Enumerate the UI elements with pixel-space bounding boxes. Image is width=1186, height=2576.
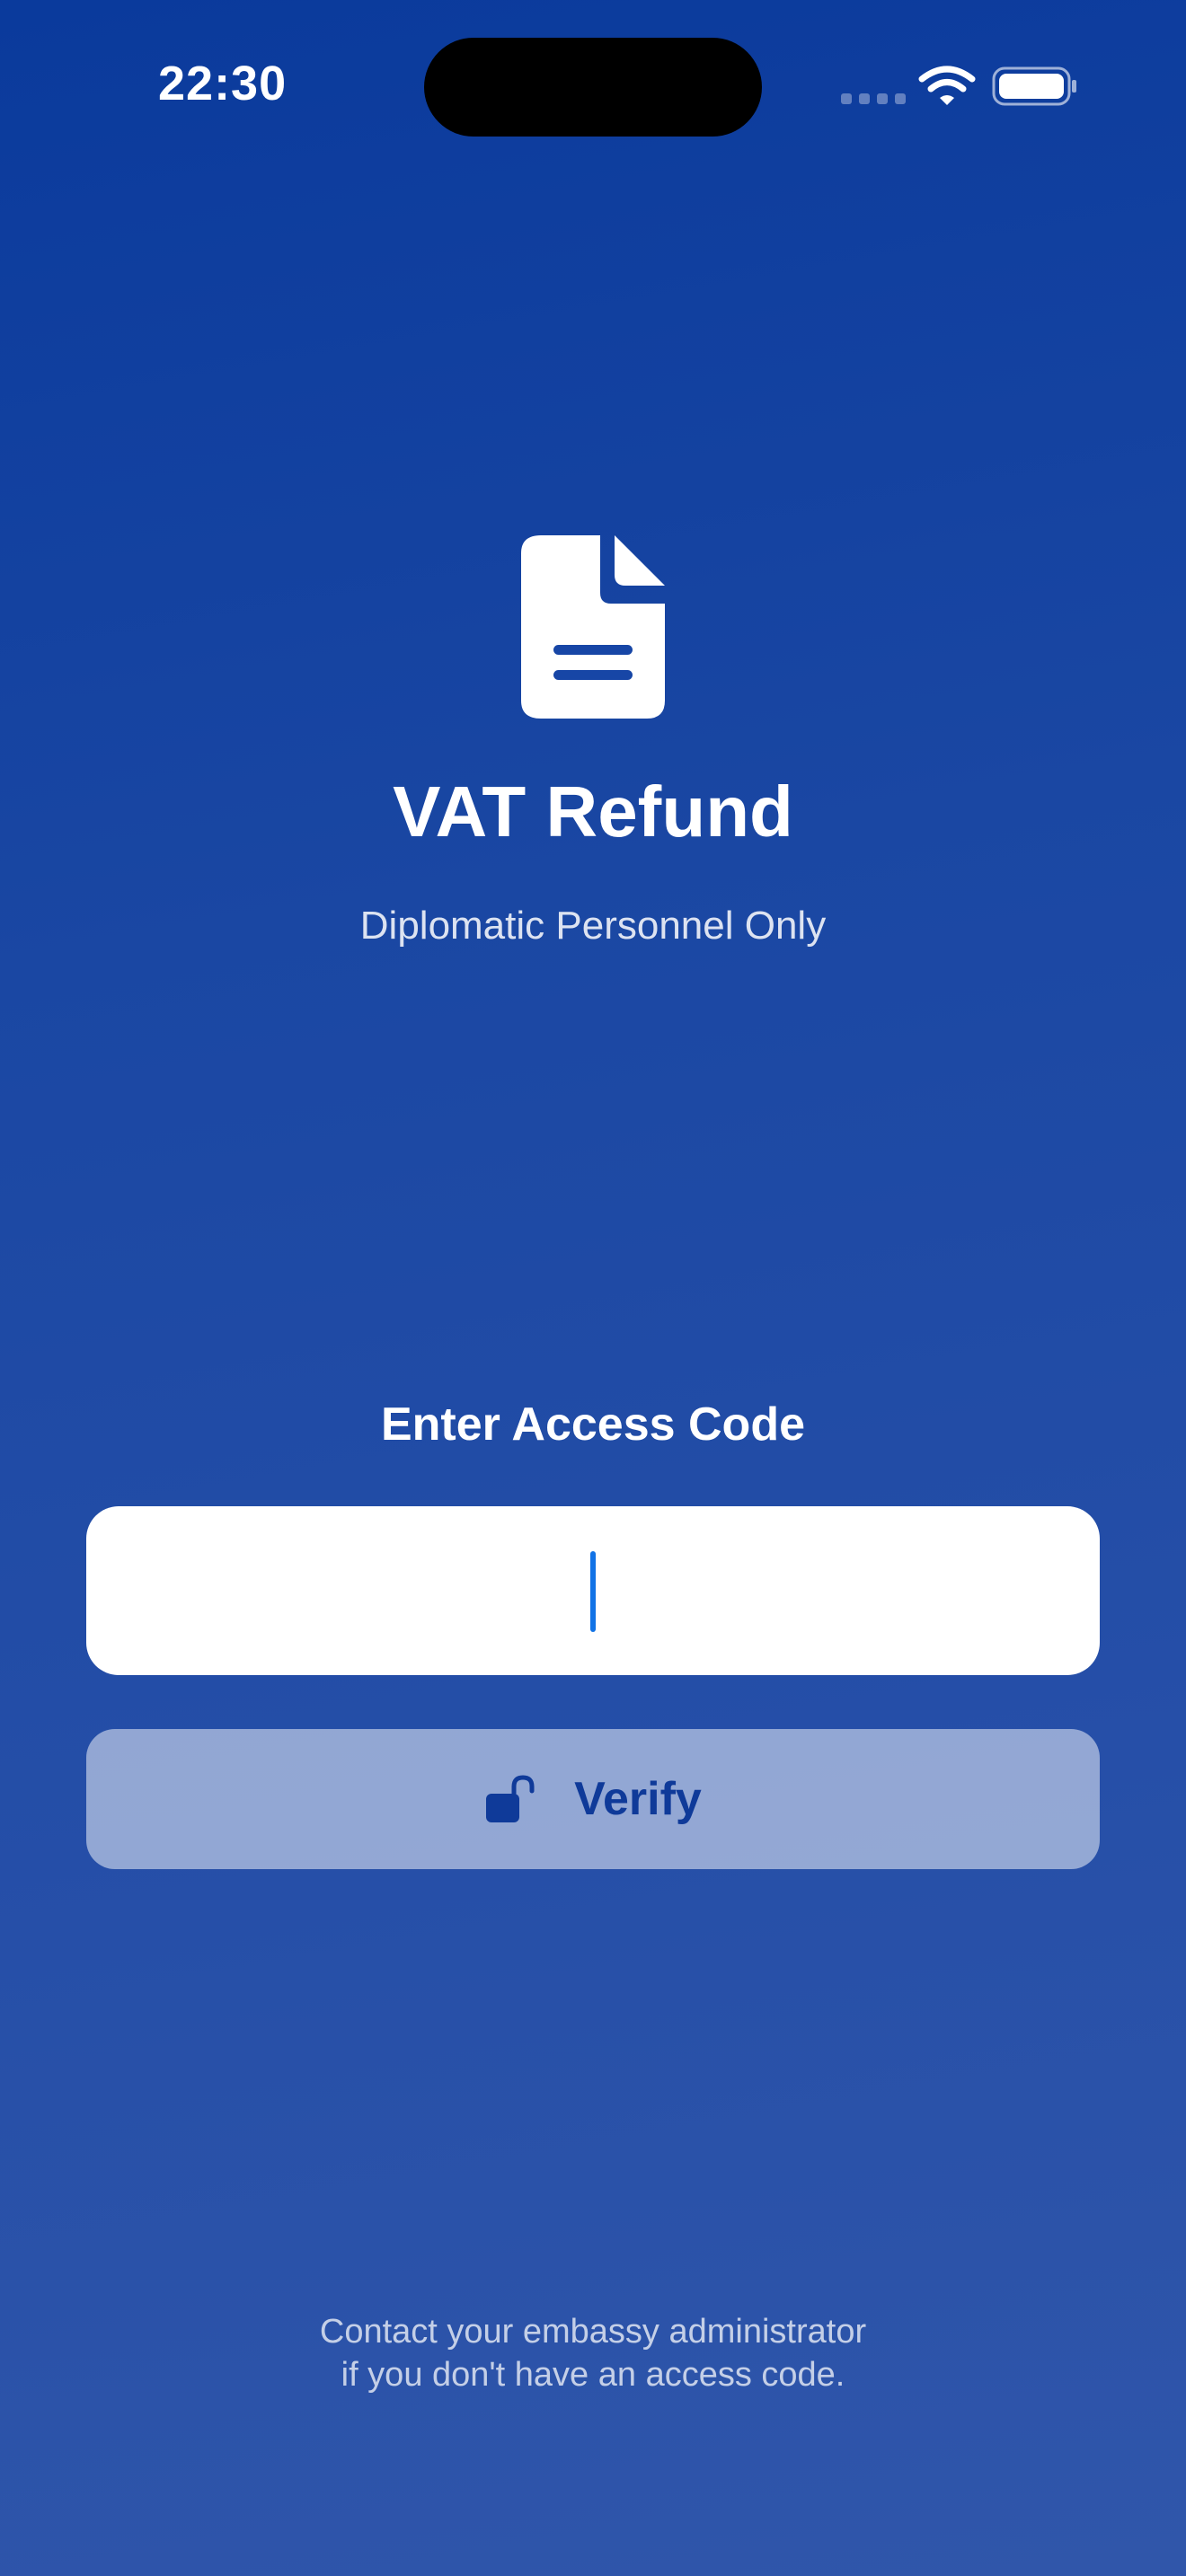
screen: 22:30 VAT Refund Diplomatic Personnel On… <box>0 0 1186 2576</box>
verify-button[interactable]: Verify <box>86 1729 1100 1869</box>
status-time: 22:30 <box>158 57 288 110</box>
lock-open-icon <box>486 1775 535 1822</box>
wifi-icon <box>918 66 976 105</box>
help-text-line1: Contact your embassy administrator <box>319 2313 867 2351</box>
text-cursor <box>590 1551 596 1632</box>
dynamic-island <box>424 38 762 137</box>
access-code-label: Enter Access Code <box>380 1398 806 1451</box>
verify-label: Verify <box>574 1773 702 1825</box>
app-title: VAT Refund <box>393 772 793 851</box>
app-subtitle: Diplomatic Personnel Only <box>359 904 827 948</box>
cellular-signal-icon <box>841 93 906 104</box>
help-text-line2: if you don't have an access code. <box>341 2356 845 2394</box>
help-text: Contact your embassy administrator if yo… <box>0 2310 1186 2396</box>
battery-icon <box>992 66 1076 106</box>
document-icon <box>521 535 665 719</box>
access-code-field[interactable] <box>86 1506 1103 1677</box>
